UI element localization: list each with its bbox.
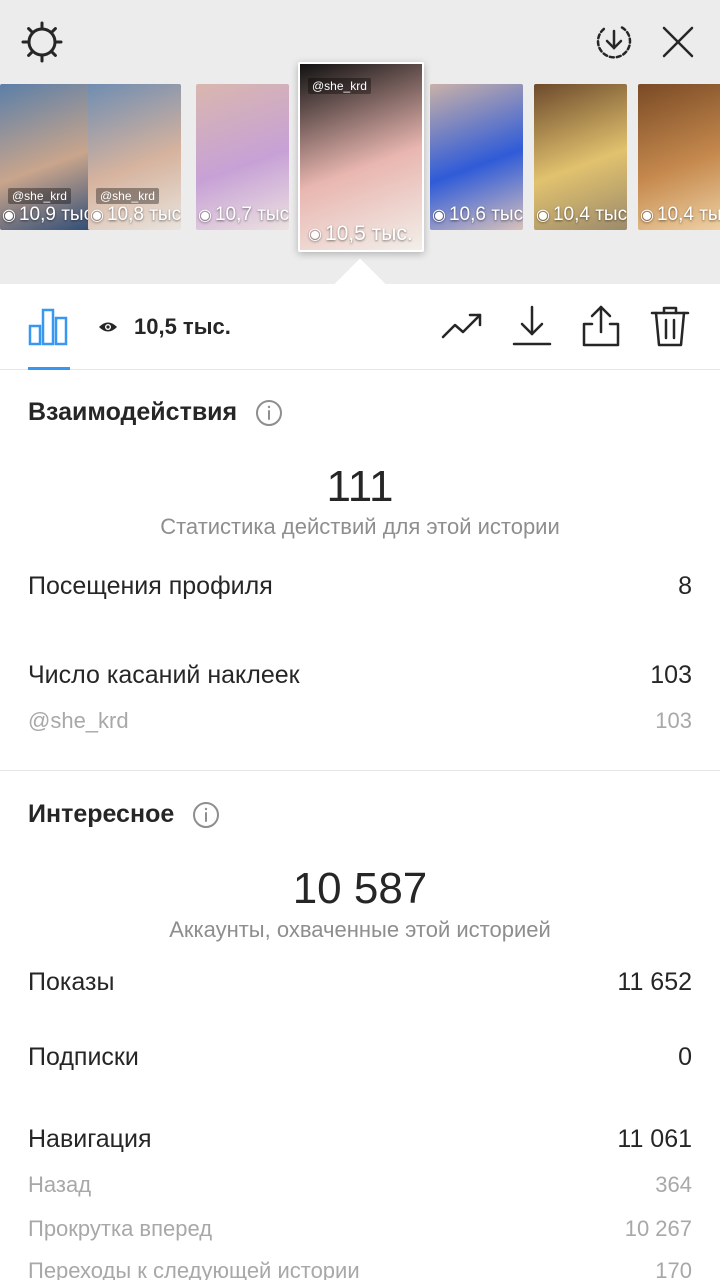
story-thumbnail[interactable]: ◉10,4 тыс [534, 84, 627, 230]
story-views-label: ◉ 10,8 тыс [90, 204, 181, 226]
story-thumbnail[interactable]: ◉ 10,5 тыс. @she_krd [298, 62, 424, 252]
views-summary: 10,5 тыс. [98, 314, 231, 340]
interactions-caption: Статистика действий для этой истории [160, 514, 560, 539]
story-thumbnail[interactable]: ◉ 10,9 тыс @she_krd [0, 84, 93, 230]
stat-label: Число касаний наклеек [28, 661, 300, 689]
trend-up-icon[interactable] [440, 304, 484, 348]
eye-icon: ◉ [536, 207, 550, 224]
active-tab-indicator [28, 367, 70, 370]
gear-icon[interactable] [20, 20, 64, 64]
stat-value: 10 267 [624, 1216, 692, 1241]
story-views-count: 10,5 тыс. [324, 222, 413, 245]
story-views-label: ◉ 10,5 тыс. [308, 222, 413, 246]
story-views-count: 10,4 тыс [552, 204, 627, 225]
stat-value: 8 [678, 572, 692, 600]
eye-icon: ◉ [308, 226, 322, 243]
discovery-total: 10 587 [292, 864, 428, 913]
close-icon[interactable] [656, 20, 700, 64]
story-archive-header: ◉ 10,9 тыс @she_krd ◉ 10,8 тыс @she_krd ◉ 10,7 … [0, 0, 720, 284]
discovery-title-text: Интересное [28, 800, 175, 828]
stat-value: 11 061 [617, 1125, 692, 1153]
story-views-count: 10,7 тыс [214, 204, 289, 225]
stat-row-forward: Прокрутка вперед 10 267 [28, 1216, 692, 1242]
stat-label: Показы [28, 968, 115, 996]
download-circle-icon[interactable] [592, 20, 636, 64]
story-handle-sticker: @she_krd [96, 188, 159, 204]
story-views-label: ◉ 10,7 тыс [198, 204, 289, 226]
eye-icon [99, 322, 117, 332]
stat-row-sticker-mention[interactable]: @she_krd 103 [28, 708, 692, 734]
section-divider [0, 770, 720, 771]
story-views-label: ◉ 10,9 тыс [2, 204, 93, 226]
eye-icon: ◉ [432, 207, 446, 224]
stat-row-back: Назад 364 [28, 1172, 692, 1198]
story-thumbnail-strip[interactable]: ◉ 10,9 тыс @she_krd ◉ 10,8 тыс @she_krd ◉ 10,7 … [0, 62, 720, 252]
interactions-title-text: Взаимодействия [28, 398, 238, 426]
story-views-label: ◉ 10,6 тыс [432, 204, 523, 226]
info-icon[interactable] [192, 801, 220, 829]
discovery-caption: Аккаунты, охваченные этой историей [169, 917, 551, 942]
stat-label: Прокрутка вперед [28, 1216, 213, 1241]
stat-row-navigation: Навигация 11 061 [28, 1125, 692, 1154]
views-count: 10,5 тыс. [134, 314, 231, 339]
stat-value: 103 [650, 661, 692, 689]
info-icon[interactable] [255, 399, 283, 427]
stat-row-impressions: Показы 11 652 [28, 968, 692, 997]
trash-icon[interactable] [648, 304, 692, 348]
stat-row-profile-visits: Посещения профиля 8 [28, 572, 692, 601]
stat-label: Посещения профиля [28, 572, 273, 600]
story-thumbnail[interactable]: ◉10,4 тыс [638, 84, 720, 230]
stat-row-sticker-taps: Число касаний наклеек 103 [28, 661, 692, 690]
share-icon[interactable] [579, 304, 623, 348]
stat-label: Навигация [28, 1125, 152, 1153]
interactions-title: Взаимодействия [28, 398, 283, 427]
stat-value: 0 [678, 1043, 692, 1071]
eye-icon: ◉ [640, 207, 654, 224]
eye-icon: ◉ [198, 207, 212, 224]
story-thumbnail[interactable]: ◉ 10,6 тыс [430, 84, 523, 230]
story-views-label: ◉10,4 тыс [536, 204, 627, 226]
stat-label: Переходы к следующей истории [28, 1258, 360, 1280]
bar-chart-icon[interactable] [28, 306, 68, 346]
story-handle-sticker: @she_krd [8, 188, 71, 204]
stat-label: Подписки [28, 1043, 139, 1071]
story-views-count: 10,6 тыс [448, 204, 523, 225]
stat-row-next-story: Переходы к следующей истории 170 [28, 1258, 692, 1280]
eye-icon: ◉ [2, 207, 16, 224]
interactions-total: 111 [326, 462, 394, 511]
story-insights-panel: 10,5 тыс. Взаимодействия 111 Статистика … [0, 284, 720, 1280]
stat-value: 103 [655, 708, 692, 733]
story-views-count: 10,8 тыс [106, 204, 181, 225]
stat-value: 11 652 [617, 968, 692, 996]
stat-value: 170 [655, 1258, 692, 1280]
eye-icon: ◉ [90, 207, 104, 224]
stat-label: Назад [28, 1172, 92, 1197]
insights-toolbar: 10,5 тыс. [0, 284, 720, 370]
stat-value: 364 [655, 1172, 692, 1197]
stat-label: @she_krd [28, 708, 129, 733]
story-handle-sticker: @she_krd [308, 78, 371, 94]
story-thumbnail[interactable]: ◉ 10,7 тыс [196, 84, 289, 230]
download-icon[interactable] [510, 304, 554, 348]
story-views-count: 10,4 тыс [656, 204, 720, 225]
discovery-title: Интересное [28, 800, 220, 829]
story-views-label: ◉10,4 тыс [640, 204, 720, 226]
story-thumbnail[interactable]: ◉ 10,8 тыс @she_krd [88, 84, 181, 230]
story-views-count: 10,9 тыс [18, 204, 93, 225]
stat-row-follows: Подписки 0 [28, 1043, 692, 1072]
